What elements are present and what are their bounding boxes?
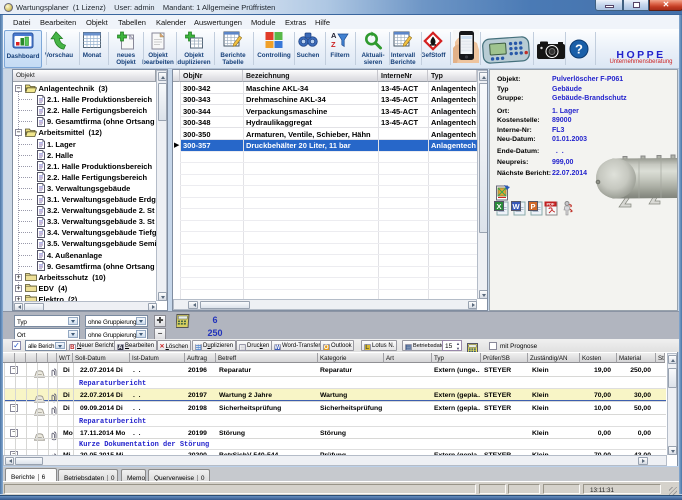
svg-text:A: A [331, 31, 337, 40]
svg-text:W: W [512, 202, 520, 211]
svg-text:P: P [530, 202, 535, 211]
svg-text:X: X [496, 202, 501, 211]
svg-text:?: ? [575, 42, 583, 57]
svg-text:Z: Z [331, 40, 336, 49]
svg-text:PDF: PDF [547, 202, 556, 207]
